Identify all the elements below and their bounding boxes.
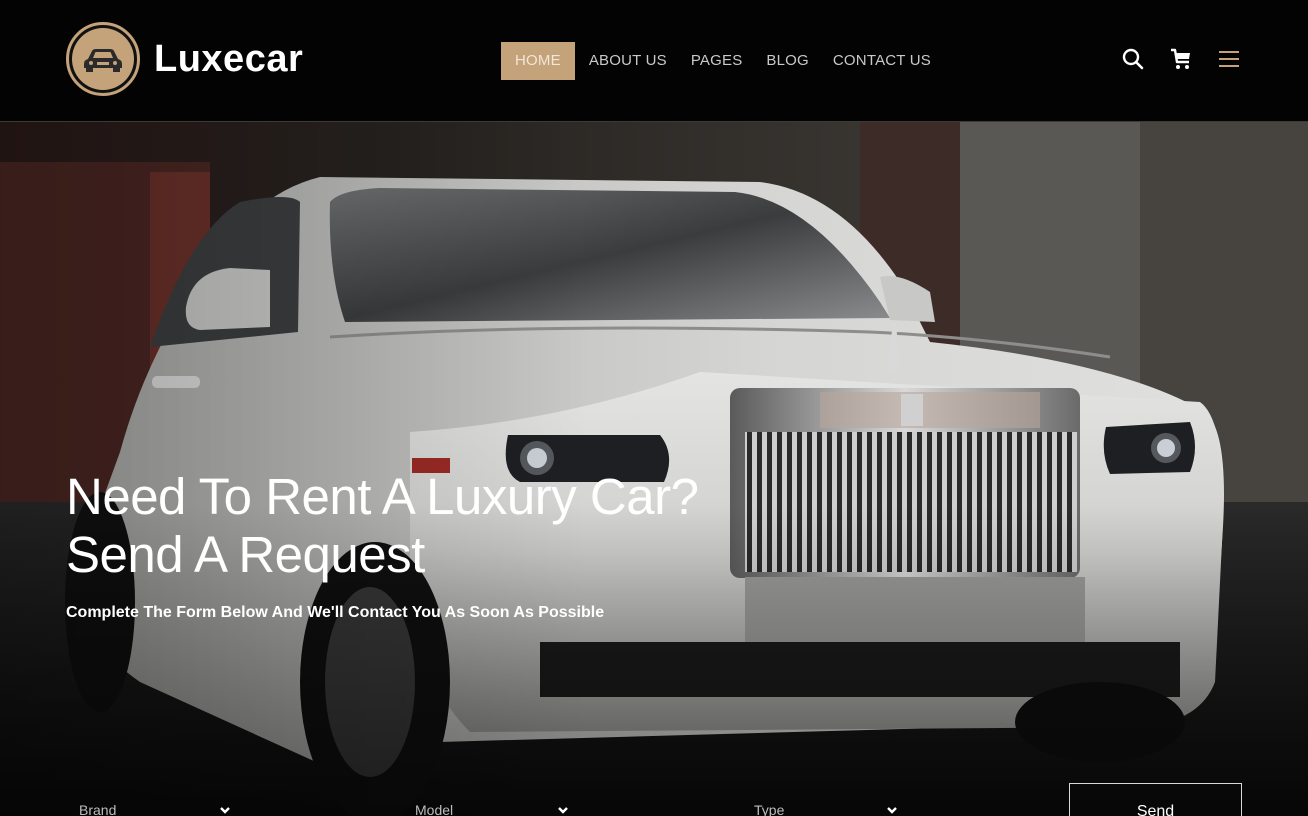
- chevron-down-icon: [887, 807, 897, 814]
- search-icon[interactable]: [1120, 46, 1146, 72]
- hero-subtitle: Complete The Form Below And We'll Contac…: [66, 604, 605, 621]
- chevron-down-icon: [220, 807, 230, 814]
- nav-item-home[interactable]: HOME: [501, 42, 575, 80]
- logo[interactable]: Luxecar: [66, 22, 303, 96]
- car-icon: [72, 28, 134, 90]
- brand-select[interactable]: Brand: [79, 800, 230, 816]
- main-nav: HOME ABOUT US PAGES BLOG CONTACT US: [501, 42, 943, 80]
- hero-title-line-1: Need To Rent A Luxury Car?: [66, 468, 699, 525]
- send-button[interactable]: Send: [1069, 783, 1242, 816]
- nav-item-contact-us[interactable]: CONTACT US: [821, 42, 943, 80]
- nav-item-about-us[interactable]: ABOUT US: [577, 42, 679, 80]
- brand-select-label: Brand: [79, 802, 117, 816]
- hamburger-menu-icon[interactable]: [1216, 46, 1242, 72]
- nav-item-pages[interactable]: PAGES: [679, 42, 755, 80]
- logo-badge: [66, 22, 140, 96]
- type-select[interactable]: Type: [754, 800, 897, 816]
- type-select-label: Type: [754, 802, 785, 816]
- chevron-down-icon: [558, 807, 568, 814]
- hero-title: Need To Rent A Luxury Car? Send A Reques…: [66, 468, 826, 584]
- nav-item-blog[interactable]: BLOG: [754, 42, 820, 80]
- model-select-label: Model: [415, 802, 454, 816]
- hero-title-line-2: Send A Request: [66, 526, 425, 583]
- header-actions: [1120, 46, 1242, 72]
- cart-icon[interactable]: [1168, 46, 1194, 72]
- brand-name: Luxecar: [154, 37, 304, 80]
- model-select[interactable]: Model: [415, 800, 568, 816]
- site-header: Luxecar HOME ABOUT US PAGES BLOG CONTACT…: [0, 0, 1308, 122]
